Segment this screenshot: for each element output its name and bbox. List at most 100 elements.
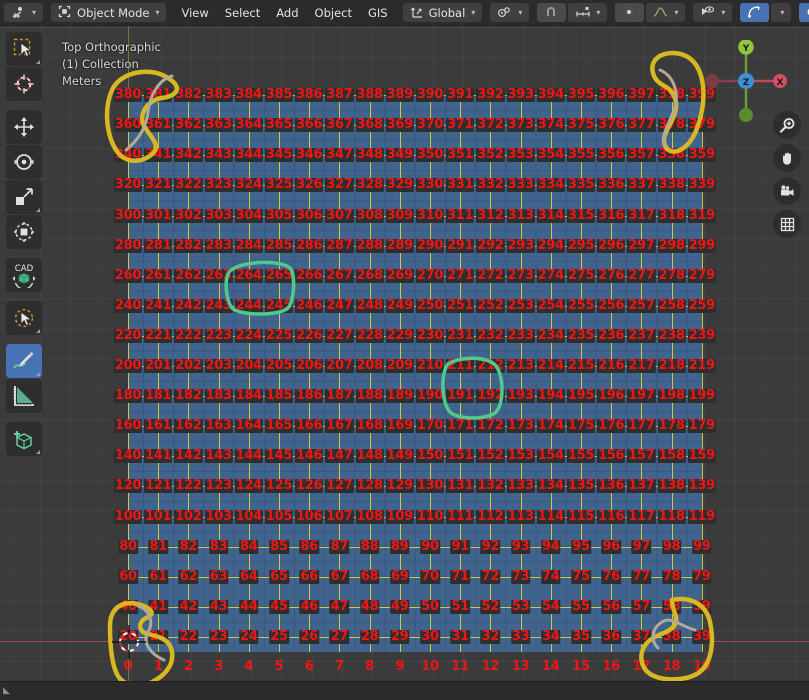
cell-number-label: 171 xyxy=(446,418,475,434)
zoom-button[interactable] xyxy=(773,111,801,139)
cell-number-label: 13 xyxy=(511,659,530,674)
cell-number-label: 55 xyxy=(571,598,591,614)
cell-number-label: 229 xyxy=(385,327,414,343)
select-lasso-tool[interactable] xyxy=(6,301,42,335)
cell-number-label: 46 xyxy=(299,598,319,614)
cell-number-label: 329 xyxy=(385,177,414,193)
svg-text:X: X xyxy=(777,78,784,88)
editor-type-button[interactable]: ▾ xyxy=(4,3,44,22)
scale-tool[interactable] xyxy=(6,180,42,214)
cell-number-label: 377 xyxy=(627,117,656,133)
move-tool[interactable] xyxy=(6,110,42,144)
overlays-toggle[interactable] xyxy=(799,3,809,22)
toggle-ortho-button[interactable] xyxy=(773,210,801,238)
pivot-point-icon xyxy=(497,5,512,20)
cell-number-label: 164 xyxy=(234,418,263,434)
cell-number-label: 34 xyxy=(541,628,561,644)
camera-view-button[interactable] xyxy=(773,177,801,205)
cell-number-label: 120 xyxy=(113,478,143,494)
add-cube-tool[interactable] xyxy=(6,422,42,456)
cell-number-label: 91 xyxy=(450,538,470,554)
magnet-snap-group: ▾ xyxy=(537,3,609,22)
cell-number-label: 141 xyxy=(144,448,173,464)
visibility-dropdown[interactable]: ▾ xyxy=(693,3,733,22)
gizmo-toggle[interactable] xyxy=(740,3,770,22)
cell-number-label: 334 xyxy=(536,177,565,193)
cell-number-label: 53 xyxy=(510,598,531,614)
cell-number-label: 204 xyxy=(234,358,263,373)
cell-number-label: 226 xyxy=(295,327,324,343)
cell-number-label: 283 xyxy=(204,237,233,253)
cell-number-label: 102 xyxy=(174,508,203,524)
cell-number-label: 182 xyxy=(174,388,203,404)
menu-gis[interactable]: GIS xyxy=(361,3,395,22)
cell-number-label: 132 xyxy=(476,478,505,494)
cell-number-label: 218 xyxy=(657,358,686,373)
cad-transform-tool[interactable]: CAD xyxy=(6,258,42,292)
cell-number-label: 185 xyxy=(264,388,294,404)
menu-object[interactable]: Object xyxy=(308,3,359,22)
cell-number-label: 374 xyxy=(536,117,565,133)
cell-number-label: 287 xyxy=(325,237,354,253)
cell-number-label: 116 xyxy=(597,508,626,524)
cell-number-label: 124 xyxy=(234,478,263,494)
cell-number-label: 113 xyxy=(506,508,535,524)
snap-target-dropdown[interactable]: ▾ xyxy=(568,3,608,22)
cell-number-label: 188 xyxy=(355,388,384,404)
cell-number-label: 146 xyxy=(295,448,324,464)
cell-number-label: 268 xyxy=(355,267,384,283)
cell-number-label: 123 xyxy=(204,478,233,494)
chevron-down-icon: ▾ xyxy=(471,8,476,17)
cell-number-label: 324 xyxy=(234,177,263,193)
pan-button[interactable] xyxy=(773,144,801,172)
cell-number-label: 70 xyxy=(420,568,440,584)
cell-number-label: 290 xyxy=(415,237,445,253)
menu-view[interactable]: View xyxy=(174,3,215,22)
cell-number-label: 144 xyxy=(234,448,263,464)
editor-type-group: ▾ xyxy=(4,3,45,22)
cursor-box-select-icon xyxy=(13,38,33,57)
cell-number-label: 322 xyxy=(174,177,203,193)
transform-orientation-dropdown[interactable]: Global ▾ xyxy=(402,3,483,22)
cell-number-label: 343 xyxy=(204,147,233,163)
resize-handle-icon[interactable]: ◣ xyxy=(3,687,12,696)
cell-number-label: 6 xyxy=(304,659,314,674)
measure-tool[interactable] xyxy=(6,379,42,413)
cell-number-label: 11 xyxy=(451,659,469,674)
cell-number-label: 318 xyxy=(657,207,686,223)
snapping-pivot-dropdown[interactable]: ▾ xyxy=(490,3,530,22)
cell-number-label: 217 xyxy=(627,358,656,373)
proportional-edit-toggle[interactable] xyxy=(615,3,645,22)
transform-tool[interactable] xyxy=(6,215,42,249)
cell-number-label: 242 xyxy=(174,297,203,313)
cell-number-label: 99 xyxy=(692,538,712,554)
chevron-down-icon: ▾ xyxy=(518,8,523,17)
cell-number-label: 64 xyxy=(239,568,259,584)
rotate-tool[interactable] xyxy=(6,145,42,179)
viewport-3d[interactable]: 0 1 2 3 4 5 6 7 8 9 10 11 12 13 14 15 16 17 18 19 20 21 22 23 24… xyxy=(0,26,809,681)
cell-number-label: 52 xyxy=(480,598,501,614)
cell-number-label: 331 xyxy=(446,177,475,193)
cell-number-label: 211 xyxy=(446,358,475,373)
tweak-select-box-tool[interactable] xyxy=(6,32,42,66)
cell-number-label: 241 xyxy=(144,297,173,313)
cell-number-label: 107 xyxy=(325,508,354,524)
proportional-falloff-dropdown[interactable]: ▾ xyxy=(646,3,686,22)
menu-select[interactable]: Select xyxy=(218,3,267,22)
cursor-tool[interactable] xyxy=(6,67,42,101)
object-mode-dropdown[interactable]: Object Mode ▾ xyxy=(51,3,167,22)
cell-number-label: 327 xyxy=(325,177,354,193)
cell-number-label: 364 xyxy=(234,117,263,133)
cell-number-label: 5 xyxy=(274,659,284,674)
snap-magnet-toggle[interactable] xyxy=(537,3,567,22)
cell-number-label: 310 xyxy=(415,207,445,223)
tool-submenu-corner xyxy=(36,60,40,64)
cell-number-label: 238 xyxy=(657,327,686,343)
annotate-tool[interactable] xyxy=(6,344,42,378)
cell-number-label: 249 xyxy=(385,297,414,313)
navigation-gizmo[interactable]: Y X Z xyxy=(705,40,787,122)
gizmo-dropdown[interactable]: ▾ xyxy=(771,3,792,22)
cell-number-label: 159 xyxy=(687,448,716,464)
menu-add[interactable]: Add xyxy=(269,3,305,22)
cell-number-label: 26 xyxy=(299,628,319,644)
